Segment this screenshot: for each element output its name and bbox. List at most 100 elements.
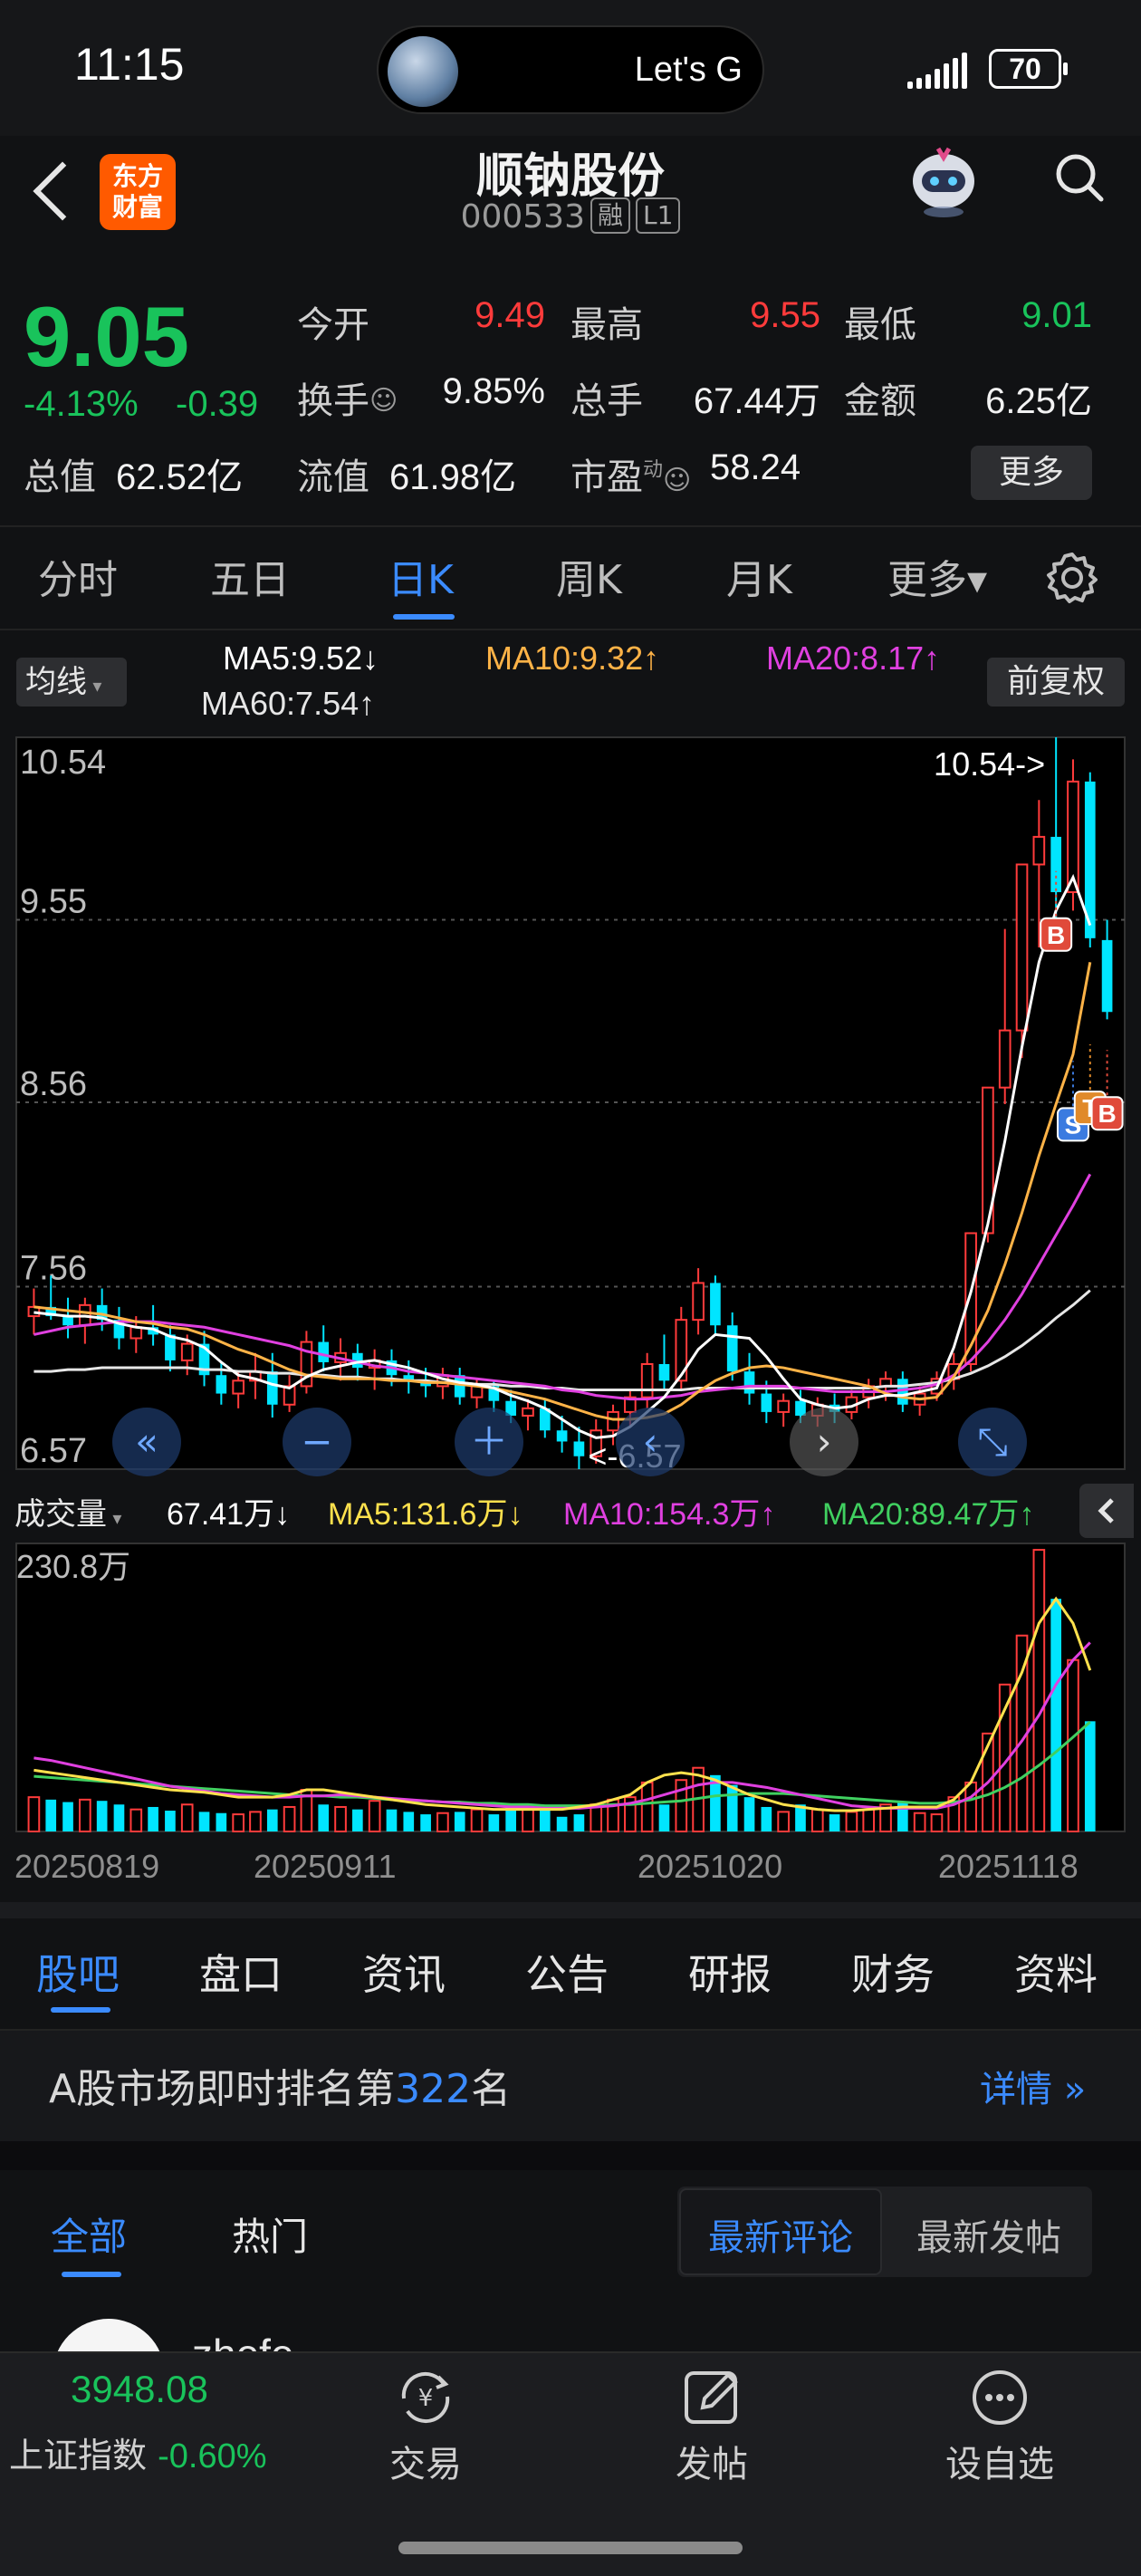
tab-more[interactable]: 更多▾ — [887, 547, 987, 605]
kline-chart[interactable]: 10.549.558.567.566.5710.54-><-6.57BSTB«−… — [0, 734, 1141, 1484]
ma5-label: MA5:9.52↓ — [223, 639, 379, 677]
nav-button-glyph: − — [301, 1419, 332, 1464]
tab-monthly-k[interactable]: 月K — [726, 547, 792, 605]
volume-bar — [180, 1803, 194, 1833]
feed-tab-hot[interactable]: 热门 — [232, 2206, 308, 2262]
dynamic-island[interactable]: Let's G — [377, 25, 764, 114]
fullscreen-icon[interactable]: ⤡ — [958, 1408, 1027, 1476]
sort-latest-comment[interactable]: 最新评论 — [708, 2208, 853, 2261]
date-tick-1: 20250819 — [14, 1848, 160, 1885]
high-value: 9.55 — [750, 295, 820, 335]
robot-assistant-icon[interactable] — [902, 136, 985, 219]
current-price: 9.05 — [24, 289, 189, 384]
candle-body — [318, 1341, 330, 1362]
info-icon[interactable]: ☺ — [369, 385, 398, 417]
volume-bar — [726, 1784, 738, 1831]
volume-bar — [148, 1806, 158, 1831]
stock-code: 000533 — [460, 198, 585, 235]
volume-bar — [488, 1814, 500, 1831]
ma10-label: MA10:9.32↑ — [485, 639, 660, 677]
y-tick-label: 8.56 — [20, 1065, 87, 1103]
float-value: 61.98亿 — [389, 457, 517, 497]
tab-finance[interactable]: 财务 — [851, 1942, 935, 2002]
chevron-left-icon — [1098, 1498, 1114, 1523]
island-text: Let's G — [634, 51, 743, 89]
scroll-left-icon[interactable]: « — [112, 1408, 181, 1476]
double-chevron-icon: » — [1052, 2069, 1087, 2110]
info-icon[interactable]: ☺ — [663, 465, 691, 496]
next-icon[interactable]: › — [790, 1408, 858, 1476]
tab-daily-k[interactable]: 日K — [388, 547, 454, 605]
more-quote-button[interactable]: 更多 — [971, 446, 1092, 500]
candle-body — [607, 1410, 619, 1432]
trade-marker-label: B — [1047, 921, 1065, 949]
sort-latest-post[interactable]: 最新发帖 — [916, 2208, 1061, 2261]
adjust-mode-button[interactable]: 前复权 — [987, 658, 1125, 706]
volume-bar — [640, 1781, 654, 1833]
volume-current: 67.41万↓ — [167, 1497, 291, 1532]
home-indicator[interactable] — [398, 2542, 743, 2554]
volume-bar — [386, 1809, 398, 1831]
volume-bar — [913, 1812, 926, 1833]
tab-research[interactable]: 研报 — [688, 1942, 772, 2002]
tab-intraday[interactable]: 分时 — [38, 547, 118, 605]
tab-announcements[interactable]: 公告 — [525, 1942, 609, 2002]
search-icon[interactable] — [1052, 150, 1107, 205]
status-bar: 11:15 Let's G 70 — [0, 0, 1141, 136]
tab-forum[interactable]: 股吧 — [36, 1942, 120, 2002]
y-tick-label: 7.56 — [20, 1250, 87, 1288]
turnover-value: 9.85% — [442, 371, 545, 411]
volume-bar — [1084, 1721, 1096, 1831]
trade-marker-label: B — [1098, 1100, 1116, 1128]
zoom-in-icon[interactable]: ＋ — [455, 1408, 523, 1476]
rank-detail-link[interactable]: 详情 » — [980, 2060, 1086, 2112]
feed-tab-all[interactable]: 全部 — [51, 2206, 127, 2262]
index-name-line[interactable]: 上证指数 -0.60% — [9, 2427, 267, 2477]
volume-bar — [283, 1805, 296, 1832]
y-tick-label: 10.54 — [20, 744, 106, 782]
index-value[interactable]: 3948.08 — [71, 2368, 208, 2411]
volume-bar — [334, 1805, 347, 1832]
tab-profile[interactable]: 资料 — [1014, 1942, 1098, 2002]
volume-bar — [129, 1808, 143, 1832]
ma-selector-button[interactable]: 均线 ▾ — [16, 658, 127, 706]
candle-body — [522, 1407, 534, 1417]
collapse-panel-button[interactable] — [1079, 1484, 1134, 1538]
candle — [675, 1306, 688, 1390]
nav-button-glyph: ＋ — [470, 1419, 508, 1464]
volume-bar — [249, 1811, 262, 1832]
volume-bar — [266, 1809, 278, 1831]
prev-icon[interactable]: ‹ — [616, 1408, 685, 1476]
trade-button[interactable]: ¥ 交易 — [353, 2366, 498, 2487]
tab-weekly-k[interactable]: 周K — [556, 547, 622, 605]
rank-text: A股市场即时排名第322名 — [49, 2066, 512, 2112]
gear-icon[interactable] — [1045, 551, 1099, 605]
nav-button-glyph: ⤡ — [977, 1419, 1008, 1464]
volume-bar — [216, 1812, 227, 1831]
index-change: -0.60% — [158, 2437, 267, 2475]
volume-bar — [165, 1811, 176, 1831]
volume-bar — [1067, 1658, 1079, 1832]
candle-body — [658, 1363, 670, 1381]
tab-orderbook[interactable]: 盘口 — [199, 1942, 283, 2002]
volume-selector-button[interactable]: 成交量 ▾ — [14, 1489, 121, 1533]
candle-body — [998, 1029, 1012, 1089]
change-percent: -4.13% — [24, 384, 139, 424]
zoom-out-icon[interactable]: − — [283, 1408, 351, 1476]
low-value: 9.01 — [1021, 295, 1092, 335]
volume-bar — [198, 1812, 210, 1831]
volume-chart[interactable]: 230.8万 — [0, 1540, 1141, 1839]
signal-icon — [907, 53, 976, 89]
add-watchlist-button[interactable]: 设自选 — [927, 2366, 1072, 2487]
post-button[interactable]: 发帖 — [639, 2366, 784, 2487]
max-price-label: 10.54-> — [934, 745, 1045, 783]
active-tab-indicator — [393, 614, 455, 620]
tab-news[interactable]: 资讯 — [362, 1942, 446, 2002]
album-art-icon — [388, 36, 458, 107]
status-time: 11:15 — [74, 39, 185, 90]
volume-bar — [352, 1809, 363, 1831]
date-tick-4: 20251118 — [938, 1848, 1079, 1885]
tab-five-day[interactable]: 五日 — [210, 547, 290, 605]
open-value: 9.49 — [475, 295, 545, 335]
volume-value: 67.44万 — [693, 381, 820, 421]
